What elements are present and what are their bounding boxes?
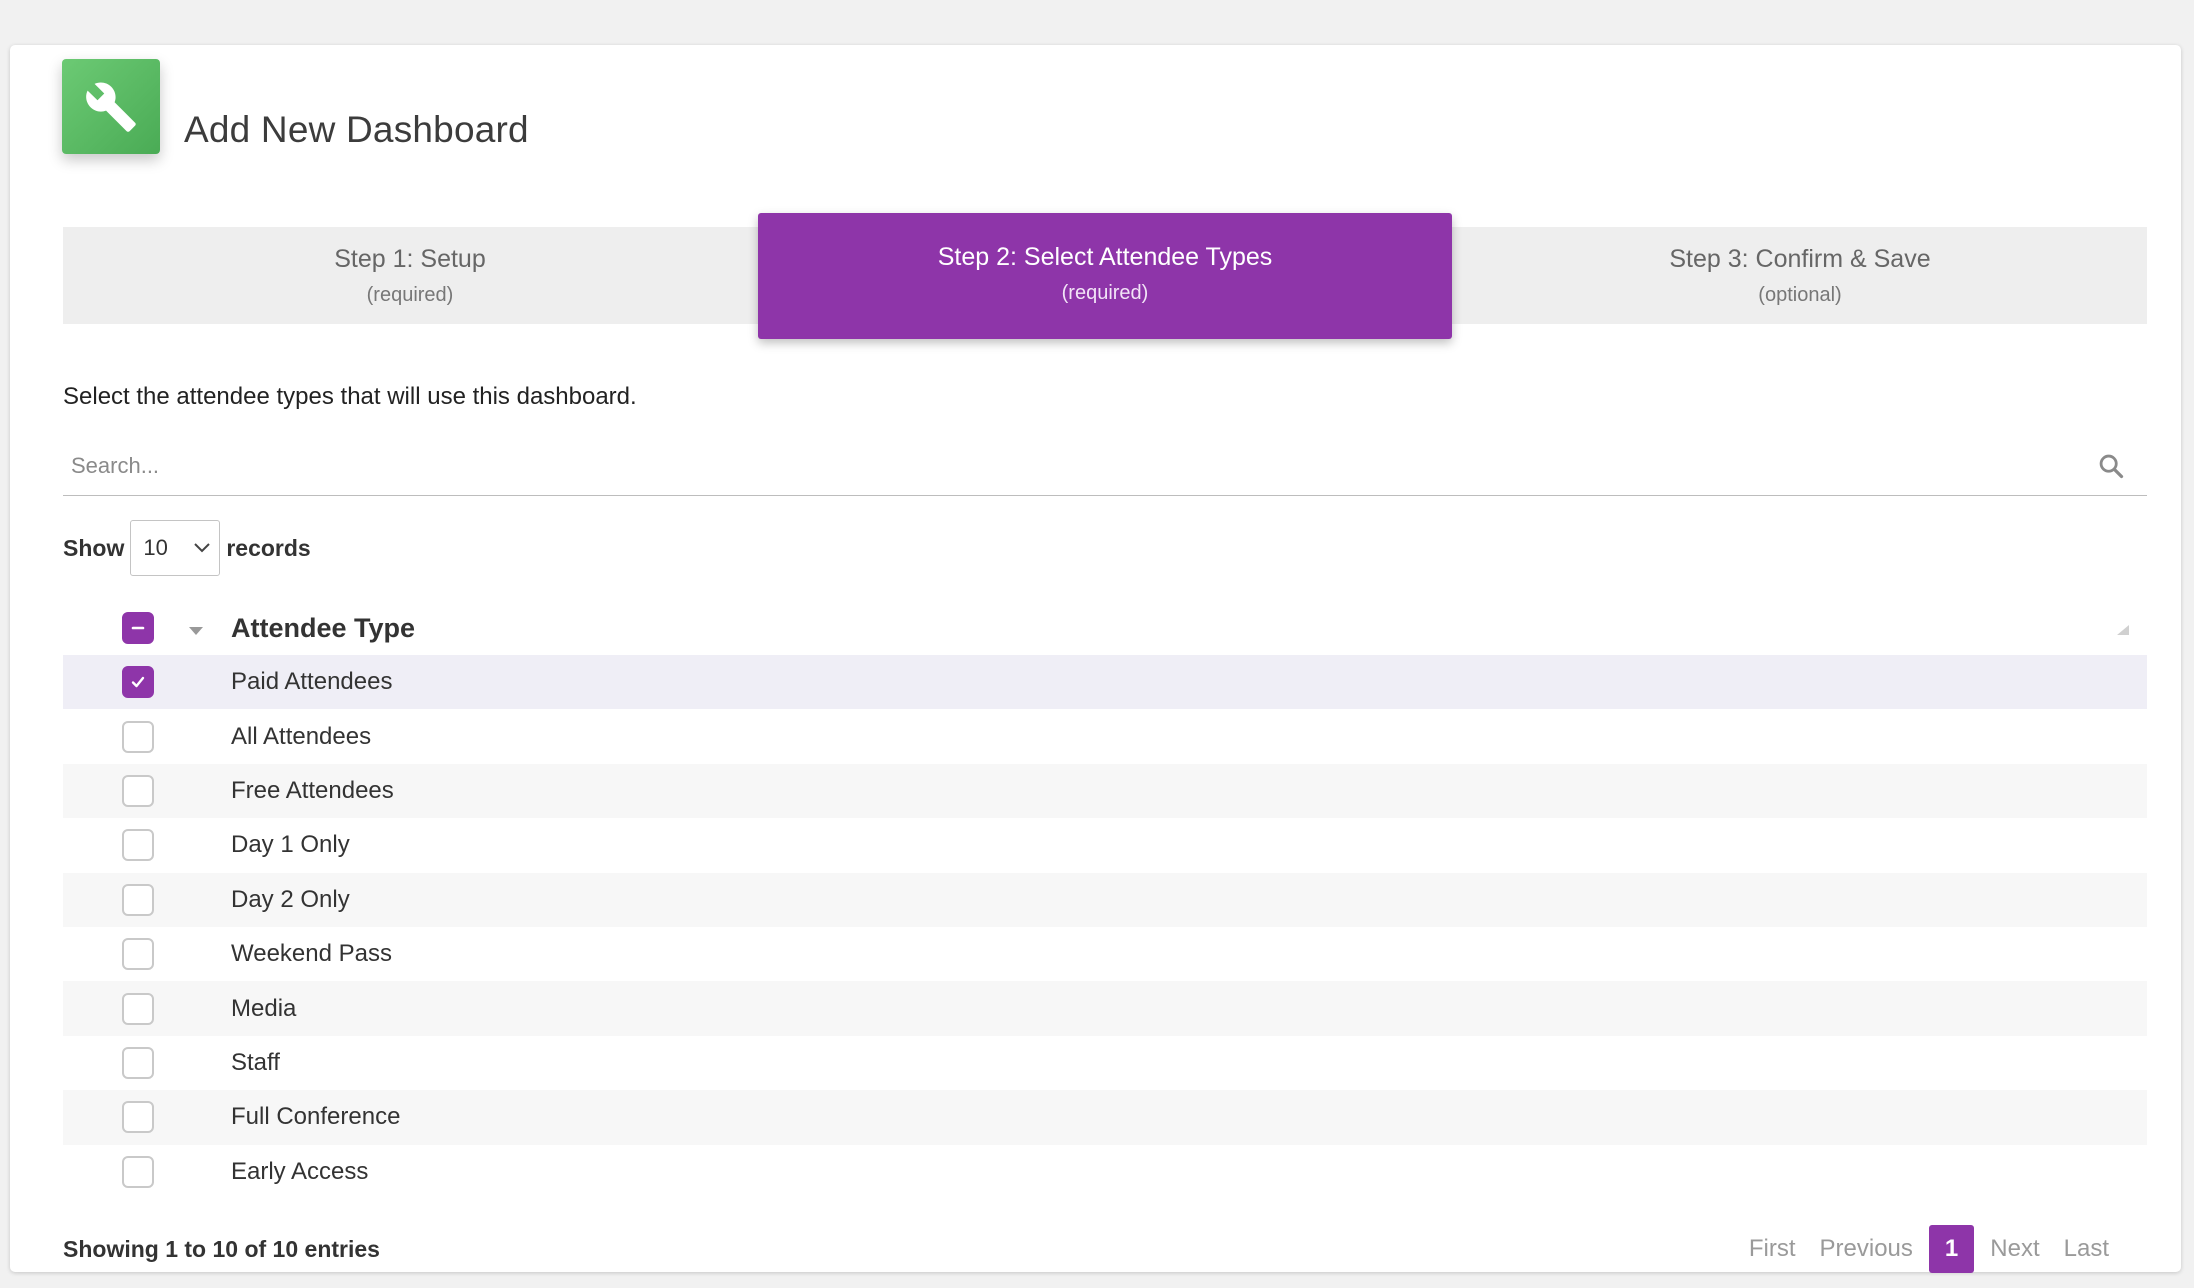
table-row[interactable]: All Attendees (63, 709, 2147, 763)
table-row[interactable]: Media (63, 981, 2147, 1036)
minus-icon (131, 626, 145, 630)
step-title: Step 1: Setup (334, 245, 486, 273)
attendee-type-label: Full Conference (231, 1103, 401, 1131)
pagination: First Previous 1 Next Last (1737, 1225, 2121, 1273)
records-per-page-select[interactable]: 10 (130, 520, 221, 576)
attendee-type-label: Paid Attendees (231, 668, 393, 696)
records-label: records (226, 534, 311, 561)
page-title: Add New Dashboard (184, 109, 529, 150)
row-checkbox[interactable] (122, 1155, 154, 1188)
wrench-icon (62, 59, 160, 154)
dashboard-card: Add New Dashboard Step 1: Setup (require… (10, 45, 2181, 1273)
row-checkbox[interactable] (122, 774, 154, 807)
row-checkbox[interactable] (122, 1046, 154, 1079)
table-row[interactable]: Day 1 Only (63, 818, 2147, 872)
row-checkbox[interactable] (122, 992, 154, 1025)
table-header-row: Attendee Type (63, 601, 2147, 655)
attendee-type-label: Free Attendees (231, 776, 394, 804)
attendee-types-table: Attendee Type Paid Attendees All Attende… (63, 601, 2147, 1199)
search-input[interactable] (63, 440, 2053, 492)
instructions-text: Select the attendee types that will use … (63, 383, 637, 410)
sort-desc-icon[interactable] (189, 627, 203, 635)
select-all-checkbox[interactable] (122, 612, 154, 644)
attendee-type-label: Weekend Pass (231, 940, 392, 968)
step-subtitle: (optional) (1758, 284, 1842, 306)
table-row[interactable]: Free Attendees (63, 763, 2147, 819)
row-checkbox[interactable] (122, 1101, 154, 1134)
step-setup[interactable]: Step 1: Setup (required) (63, 227, 757, 324)
row-checkbox[interactable] (122, 720, 154, 753)
show-label: Show (63, 534, 125, 561)
search-bar (63, 440, 2147, 496)
attendee-type-label: Day 1 Only (231, 831, 350, 859)
attendee-type-label: Staff (231, 1048, 280, 1076)
table-row[interactable]: Weekend Pass (63, 927, 2147, 981)
attendee-type-label: Media (231, 994, 297, 1022)
step-title: Step 3: Confirm & Save (1669, 245, 1931, 273)
pagination-last[interactable]: Last (2052, 1225, 2121, 1273)
attendee-type-label: Early Access (231, 1157, 369, 1185)
table-row[interactable]: Paid Attendees (63, 655, 2147, 710)
row-checkbox[interactable] (122, 829, 154, 862)
records-length-control: Show 10 records (63, 519, 311, 577)
table-row[interactable]: Full Conference (63, 1090, 2147, 1145)
step-subtitle: (required) (1061, 282, 1149, 304)
pagination-first[interactable]: First (1737, 1225, 1808, 1273)
step-title: Step 2: Select Attendee Types (937, 243, 1273, 271)
row-checkbox[interactable] (122, 883, 154, 916)
table-row[interactable]: Day 2 Only (63, 872, 2147, 927)
table-info: Showing 1 to 10 of 10 entries (63, 1236, 380, 1262)
pagination-page-current[interactable]: 1 (1928, 1225, 1975, 1273)
chevron-down-icon (194, 543, 211, 553)
step-select-attendee-types[interactable]: Step 2: Select Attendee Types (required) (758, 213, 1452, 339)
row-checkbox[interactable] (122, 666, 154, 699)
step-subtitle: (required) (366, 284, 454, 306)
records-per-page-value: 10 (143, 535, 168, 560)
attendee-type-label: All Attendees (231, 722, 372, 750)
column-resize-icon[interactable] (2115, 623, 2131, 637)
row-checkbox[interactable] (122, 938, 154, 971)
search-icon[interactable] (2097, 452, 2125, 480)
step-confirm-save[interactable]: Step 3: Confirm & Save (optional) (1453, 227, 2147, 324)
column-header-attendee-type[interactable]: Attendee Type (231, 613, 415, 644)
pagination-previous[interactable]: Previous (1808, 1225, 1925, 1273)
table-row[interactable]: Early Access (63, 1145, 2147, 1199)
checkmark-icon (131, 676, 145, 688)
attendee-type-label: Day 2 Only (231, 885, 350, 913)
pagination-next[interactable]: Next (1978, 1225, 2051, 1273)
table-row[interactable]: Staff (63, 1036, 2147, 1090)
